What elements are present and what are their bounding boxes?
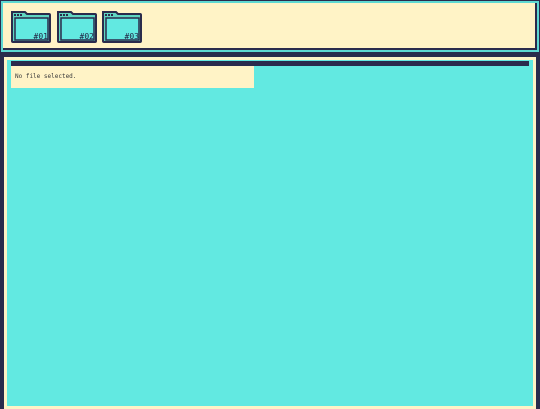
folder-03-button[interactable]: #03	[102, 10, 142, 43]
status-message: No file selected.	[11, 66, 254, 88]
file-viewer-panel: No file selected.	[4, 57, 536, 409]
folder-label: #01	[33, 32, 48, 41]
folder-label: #02	[79, 32, 94, 41]
folder-toolbar: #01 #02 #03	[0, 0, 540, 53]
folder-02-button[interactable]: #02	[57, 10, 97, 43]
folder-label: #03	[124, 32, 139, 41]
folder-01-button[interactable]: #01	[11, 10, 51, 43]
